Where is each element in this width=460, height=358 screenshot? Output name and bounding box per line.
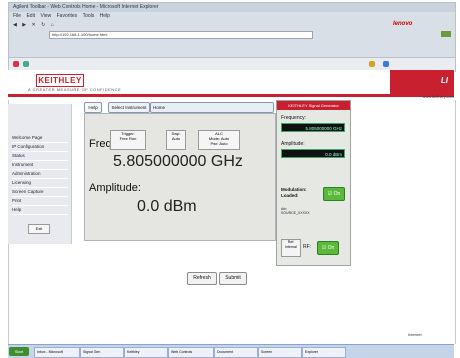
exit-button[interactable]: Exit xyxy=(28,224,50,234)
tab-icon[interactable] xyxy=(383,61,389,67)
sidebar-item-welcome[interactable]: Welcome Page xyxy=(12,134,68,143)
status-amplitude-label: Amplitude: xyxy=(281,141,305,147)
zone-indicator: Internet xyxy=(408,332,422,337)
reference-button[interactable]: Ref: Internal xyxy=(281,239,301,257)
status-amplitude-value: 0.0 dBm xyxy=(281,149,345,158)
taskbar-item[interactable]: Explorer xyxy=(302,347,346,358)
google-bar xyxy=(9,48,455,57)
title-bar: Agilent Toolbar - Web Controls Home - Mi… xyxy=(9,3,455,12)
rf-section: Ref: Internal RF: ☑ On xyxy=(281,239,345,257)
taskbar-item[interactable]: Screen xyxy=(258,347,302,358)
lenovo-logo: lenovo xyxy=(393,21,413,27)
taskbar-item[interactable]: Web Controls xyxy=(168,347,214,358)
tagline: A GREATER MEASURE OF CONFIDENCE xyxy=(28,87,122,92)
refresh-button[interactable]: Refresh xyxy=(187,272,217,285)
sidebar-item-instrument[interactable]: Instrument xyxy=(12,161,68,170)
home-icon[interactable]: ⌂ xyxy=(51,21,54,30)
screen: Agilent Toolbar - Web Controls Home - Mi… xyxy=(0,0,460,358)
taskbar-item[interactable]: Keithley xyxy=(124,347,168,358)
tab-icon[interactable] xyxy=(23,61,29,67)
menu-edit[interactable]: Edit xyxy=(26,12,35,21)
browser-chrome: Agilent Toolbar - Web Controls Home - Mi… xyxy=(8,2,456,72)
sidebar-item-administration[interactable]: Administration xyxy=(12,170,68,179)
tab-icon[interactable] xyxy=(13,61,19,67)
nav-toolbar: ◀ ▶ ✕ ↻ ⌂ xyxy=(9,21,455,30)
status-panel: KEITHLEY Signal Generator Frequency: 5.8… xyxy=(276,100,351,266)
submit-button[interactable]: Submit xyxy=(219,272,247,285)
modulation-label: Modulation: Loaded: xyxy=(281,187,307,198)
back-icon[interactable]: ◀ xyxy=(13,21,17,30)
modulation-toggle[interactable]: ☑ On xyxy=(323,187,345,201)
taskbar-item[interactable]: Inbox - Microsoft xyxy=(34,347,80,358)
stop-icon[interactable]: ✕ xyxy=(32,21,36,30)
status-frequency-label: Frequency: xyxy=(281,115,307,121)
menu-favorites[interactable]: Favorites xyxy=(57,12,78,21)
header-red-bar: LI xyxy=(390,70,454,94)
sidebar-item-help[interactable]: Help xyxy=(12,206,68,215)
rf-toggle[interactable]: ☑ On xyxy=(317,241,339,255)
amplitude-label: Amplitude: xyxy=(89,182,141,194)
sweep-button[interactable]: Swp: Auto xyxy=(166,130,186,150)
menu-tools[interactable]: Tools xyxy=(83,12,95,21)
go-button[interactable] xyxy=(441,31,451,37)
amplitude-value[interactable]: 0.0 dBm xyxy=(137,198,197,216)
trigger-button[interactable]: Trigger: Free Run xyxy=(110,130,146,150)
status-frequency-value: 5.805000000 GHz xyxy=(281,123,345,132)
taskbar-item[interactable]: Signal Gen xyxy=(80,347,124,358)
sidebar-item-print[interactable]: Print xyxy=(12,197,68,206)
frequency-value[interactable]: 5.805000000 GHz xyxy=(113,153,243,171)
rf-label: RF: xyxy=(303,244,312,250)
menu-view[interactable]: View xyxy=(40,12,51,21)
sidebar-item-ip-config[interactable]: IP Configuration xyxy=(12,143,68,152)
tab-home[interactable]: Home xyxy=(150,102,274,113)
menu-file[interactable]: File xyxy=(13,12,21,21)
window-title: Agilent Toolbar - Web Controls Home - Mi… xyxy=(13,4,159,10)
refresh-icon[interactable]: ↻ xyxy=(41,21,45,30)
top-nav: Help Select Instrument Home xyxy=(84,102,274,113)
rf-toggle-label: On xyxy=(327,245,335,251)
address-input[interactable]: http://192.168.1.100/home.html xyxy=(49,31,313,39)
taskbar: Start Inbox - Microsoft Signal Gen Keith… xyxy=(8,344,454,358)
menu-help[interactable]: Help xyxy=(100,12,110,21)
address-bar: http://192.168.1.100/home.html xyxy=(9,30,455,39)
start-button[interactable]: Start xyxy=(9,347,29,356)
sidebar: Welcome Page IP Configuration Status Ins… xyxy=(8,104,72,244)
menu-bar: File Edit View Favorites Tools Help xyxy=(9,12,455,21)
keithley-logo: KEITHLEY xyxy=(36,74,84,87)
forward-icon[interactable]: ▶ xyxy=(22,21,26,30)
brand-badge: LI xyxy=(440,76,448,85)
tab-select-instrument[interactable]: Select Instrument xyxy=(108,102,150,113)
loaded-waveform: Arb SOURCE_XXXXX xyxy=(281,207,310,215)
tab-help[interactable]: Help xyxy=(84,102,102,113)
tab-icon[interactable] xyxy=(369,61,375,67)
alc-button[interactable]: ALC Mode: Auto Pwr: Auto xyxy=(198,130,240,150)
modulation-toggle-label: On xyxy=(333,191,341,197)
status-header: KEITHLEY Signal Generator xyxy=(277,101,350,110)
sidebar-item-status[interactable]: Status xyxy=(12,152,68,161)
page-header: KEITHLEY A GREATER MEASURE OF CONFIDENCE… xyxy=(8,70,454,97)
sidebar-item-licensing[interactable]: Licensing xyxy=(12,179,68,188)
links-bar xyxy=(9,39,455,48)
sidebar-item-screen-capture[interactable]: Screen Capture xyxy=(12,188,68,197)
taskbar-item[interactable]: Document xyxy=(214,347,258,358)
